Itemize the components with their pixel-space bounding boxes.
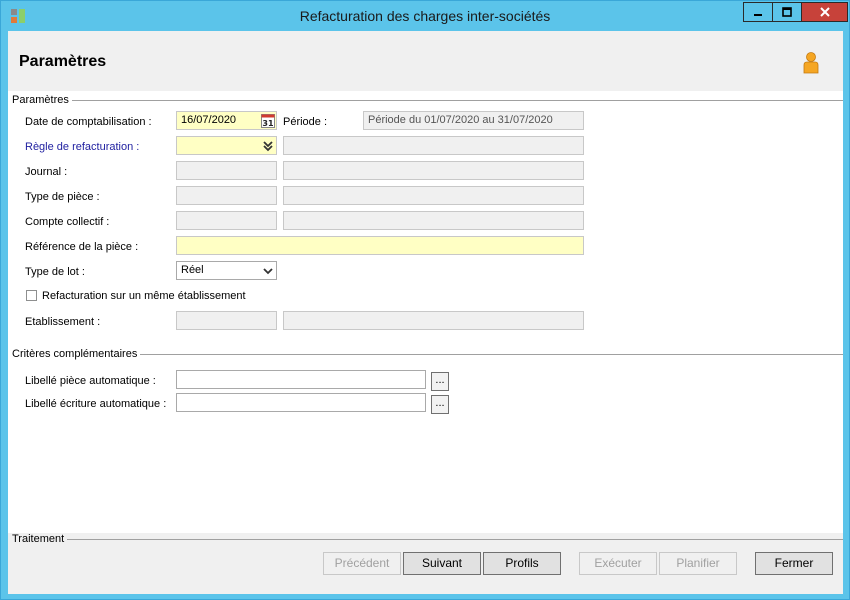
type-lot-dropdown-button[interactable] xyxy=(260,263,275,278)
compte-collectif-description-field xyxy=(283,211,584,230)
periode-label: Période : xyxy=(283,116,328,128)
suivant-button[interactable]: Suivant xyxy=(403,552,481,575)
same-establishment-label[interactable]: Refacturation sur un même établissement xyxy=(42,290,246,302)
precedent-button[interactable]: Précédent xyxy=(323,552,401,575)
journal-field[interactable] xyxy=(176,161,277,180)
planifier-button[interactable]: Planifier xyxy=(659,552,737,575)
page-title: Paramètres xyxy=(19,53,107,70)
periode-field: Période du 01/07/2020 au 31/07/2020 xyxy=(363,111,584,130)
profils-button[interactable]: Profils xyxy=(483,552,561,575)
libelle-piece-browse-button[interactable]: ... xyxy=(431,372,449,391)
calendar-icon: 31 xyxy=(260,113,275,128)
libelle-piece-field[interactable] xyxy=(176,370,426,389)
compte-collectif-field[interactable] xyxy=(176,211,277,230)
traitement-group-line xyxy=(12,539,843,540)
params-group-label: Paramètres xyxy=(12,94,72,106)
minimize-button[interactable] xyxy=(743,2,773,22)
page-header: Paramètres xyxy=(8,31,843,91)
journal-description-field xyxy=(283,161,584,180)
type-piece-field[interactable] xyxy=(176,186,277,205)
regle-description-field xyxy=(283,136,584,155)
libelle-ecriture-label: Libellé écriture automatique : xyxy=(25,398,167,410)
svg-text:31: 31 xyxy=(262,119,274,128)
etablissement-field[interactable] xyxy=(176,311,277,330)
minimize-icon xyxy=(754,14,762,16)
maximize-icon xyxy=(782,7,792,17)
double-chevron-down-icon xyxy=(262,140,273,151)
user-icon[interactable] xyxy=(802,52,820,74)
params-group-line xyxy=(12,100,843,101)
app-window: Refacturation des charges inter-sociétés… xyxy=(0,0,850,600)
close-button[interactable] xyxy=(801,2,848,22)
etablissement-description-field xyxy=(283,311,584,330)
window-title: Refacturation des charges inter-sociétés xyxy=(299,8,551,24)
libelle-ecriture-browse-button[interactable]: ... xyxy=(431,395,449,414)
libelle-ecriture-field[interactable] xyxy=(176,393,426,412)
type-lot-label: Type de lot : xyxy=(25,266,85,278)
close-icon xyxy=(819,7,830,17)
libelle-piece-label: Libellé pièce automatique : xyxy=(25,375,156,387)
journal-label: Journal : xyxy=(25,166,68,178)
regle-dropdown-button[interactable] xyxy=(260,138,275,153)
fermer-button[interactable]: Fermer xyxy=(755,552,833,575)
same-establishment-checkbox[interactable] xyxy=(26,290,37,301)
traitement-group-label: Traitement xyxy=(12,533,68,545)
chevron-down-icon xyxy=(262,267,273,274)
maximize-button[interactable] xyxy=(772,2,802,22)
executer-button[interactable]: Exécuter xyxy=(579,552,657,575)
type-piece-description-field xyxy=(283,186,584,205)
date-label: Date de comptabilisation : xyxy=(25,116,152,128)
reference-label: Référence de la pièce : xyxy=(25,241,139,253)
compte-collectif-label: Compte collectif : xyxy=(25,216,110,228)
reference-field[interactable] xyxy=(176,236,584,255)
etablissement-label: Etablissement : xyxy=(25,316,101,328)
criteria-group-label: Critères complémentaires xyxy=(12,348,141,360)
regle-label[interactable]: Règle de refacturation : xyxy=(25,141,139,153)
client-area: Paramètres Paramètres Date de comptabili… xyxy=(8,31,843,594)
type-piece-label: Type de pièce : xyxy=(25,191,100,203)
calendar-button[interactable]: 31 xyxy=(260,113,275,128)
title-bar[interactable]: Refacturation des charges inter-sociétés xyxy=(1,1,849,31)
